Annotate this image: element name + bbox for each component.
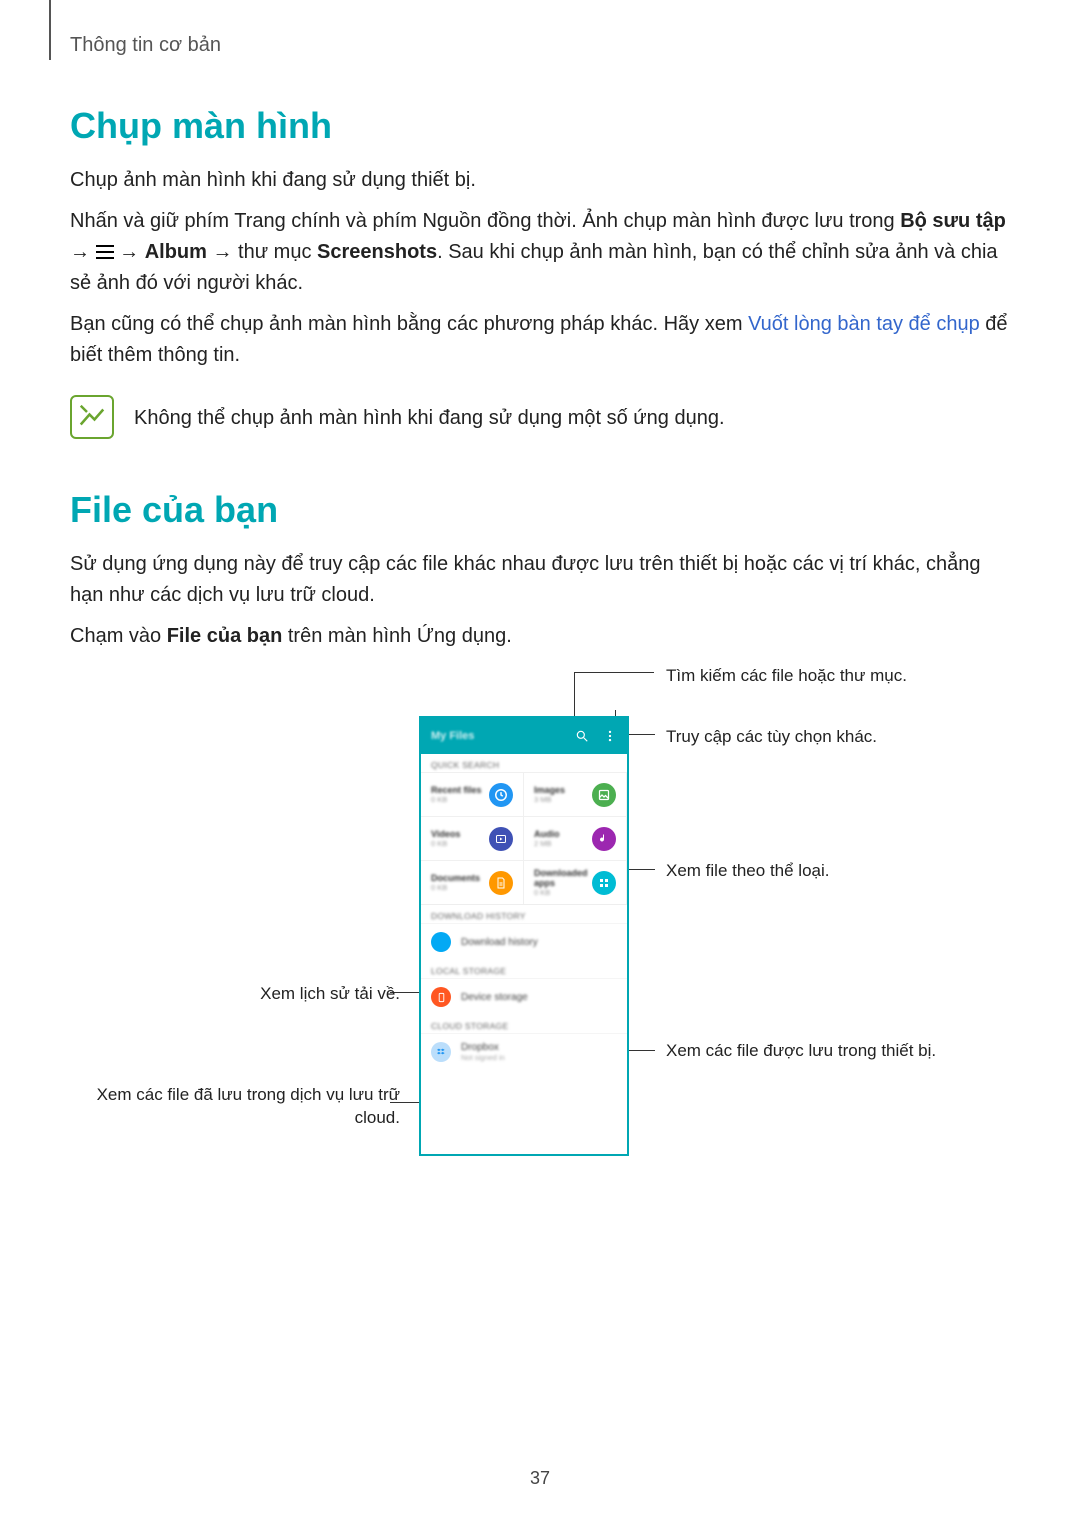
text: . Sau khi chụp ảnh màn hình, bạn có thể … <box>70 241 998 294</box>
text-bold: Screenshots <box>317 241 437 263</box>
section-label: DOWNLOAD HISTORY <box>421 905 627 923</box>
menu-icon <box>96 245 114 259</box>
page-number: 37 <box>0 1468 1080 1489</box>
phone-screenshot: My Files QUICK SEARCH Recent files0 KB I… <box>419 716 629 1156</box>
row-label: Download history <box>461 937 538 948</box>
note-icon <box>70 395 114 439</box>
arrow: → <box>119 241 139 263</box>
section-label: QUICK SEARCH <box>421 754 627 772</box>
text: Bạn cũng có thể chụp ảnh màn hình bằng c… <box>70 313 743 335</box>
section-heading-myfiles: File của bạn <box>70 489 1010 531</box>
annotated-screenshot: Tìm kiếm các file hoặc thư mục. Truy cập… <box>70 672 1010 1172</box>
text-bold: File của bạn <box>167 625 283 647</box>
more-icon[interactable] <box>603 729 617 743</box>
tile-recent[interactable]: Recent files0 KB <box>421 772 524 816</box>
search-icon[interactable] <box>575 729 589 743</box>
dropbox-icon <box>431 1042 451 1062</box>
text: Nhấn và giữ phím Trang chính và phím Ngu… <box>70 210 895 232</box>
tile-downloaded-apps[interactable]: Downloaded apps0 KB <box>524 860 627 904</box>
paragraph: Bạn cũng có thể chụp ảnh màn hình bằng c… <box>70 309 1010 371</box>
row-device-storage[interactable]: Device storage <box>421 978 627 1015</box>
tile-documents[interactable]: Documents0 KB <box>421 860 524 904</box>
text: trên màn hình Ứng dụng. <box>288 625 512 647</box>
note-box: Không thể chụp ảnh màn hình khi đang sử … <box>70 395 1010 439</box>
arrow: → <box>212 241 232 263</box>
text-bold: Bộ sưu tập <box>900 210 1006 232</box>
tile-audio[interactable]: Audio2 MB <box>524 816 627 860</box>
audio-icon <box>592 827 616 851</box>
paragraph: Chụp ảnh màn hình khi đang sử dụng thiết… <box>70 165 1010 196</box>
breadcrumb: Thông tin cơ bản <box>70 34 221 57</box>
phone-icon <box>431 987 451 1007</box>
row-label: Device storage <box>461 992 528 1003</box>
paragraph: Nhấn và giữ phím Trang chính và phím Ngu… <box>70 206 1010 299</box>
paragraph: Chạm vào File của bạn trên màn hình Ứng … <box>70 621 1010 652</box>
text: thư mục <box>238 241 311 263</box>
arrow: → <box>70 241 90 263</box>
callout-device: Xem các file được lưu trong thiết bị. <box>666 1040 996 1063</box>
document-icon <box>489 871 513 895</box>
callout-history: Xem lịch sử tải về. <box>70 983 400 1006</box>
callout-cloud: Xem các file đã lưu trong dịch vụ lưu tr… <box>70 1084 400 1130</box>
row-dropbox[interactable]: Dropbox Not signed in <box>421 1033 627 1070</box>
tile-videos[interactable]: Videos0 KB <box>421 816 524 860</box>
callout-search: Tìm kiếm các file hoặc thư mục. <box>666 665 996 688</box>
text: Chạm vào <box>70 625 161 647</box>
section-heading-screenshot: Chụp màn hình <box>70 105 1010 147</box>
phone-app-bar: My Files <box>421 718 627 754</box>
row-label: Dropbox Not signed in <box>461 1042 505 1062</box>
callout-more: Truy cập các tùy chọn khác. <box>666 726 996 749</box>
tile-images[interactable]: Images3 MB <box>524 772 627 816</box>
image-icon <box>592 783 616 807</box>
section-label: CLOUD STORAGE <box>421 1015 627 1033</box>
apps-icon <box>592 871 616 895</box>
section-label: LOCAL STORAGE <box>421 960 627 978</box>
app-title: My Files <box>431 730 474 742</box>
clock-icon <box>489 783 513 807</box>
text-bold: Album <box>145 241 207 263</box>
callout-by-type: Xem file theo thể loại. <box>666 860 996 883</box>
note-text: Không thể chụp ảnh màn hình khi đang sử … <box>134 395 725 433</box>
video-icon <box>489 827 513 851</box>
link-swipe-palm[interactable]: Vuốt lòng bàn tay để chụp <box>748 313 980 335</box>
row-download-history[interactable]: Download history <box>421 923 627 960</box>
download-icon <box>431 932 451 952</box>
paragraph: Sử dụng ứng dụng này để truy cập các fil… <box>70 549 1010 611</box>
quick-search-grid: Recent files0 KB Images3 MB Videos0 KB <box>421 772 627 905</box>
